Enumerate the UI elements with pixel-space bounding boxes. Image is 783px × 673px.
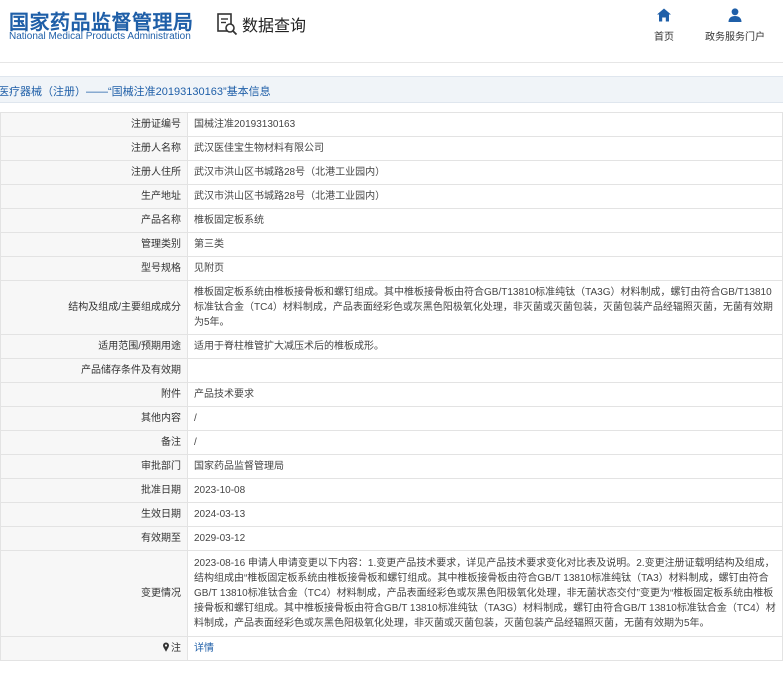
table-row: 审批部门 国家药品监督管理局 bbox=[0, 454, 783, 479]
site-header: 国家药品监督管理局 National Medical Products Admi… bbox=[0, 0, 783, 62]
breadcrumb-bar: 医疗器械（注册）——“国械注准20193130163”基本信息 bbox=[0, 76, 783, 103]
note-label-cell: 注 bbox=[0, 636, 188, 661]
table-row: 附件 产品技术要求 bbox=[0, 382, 783, 407]
row-value: 2029-03-12 bbox=[187, 526, 783, 551]
nav-home-label: 首页 bbox=[654, 32, 674, 43]
document-search-icon bbox=[216, 12, 238, 36]
table-row: 注册证编号 国械注准20193130163 bbox=[0, 112, 783, 137]
table-row: 其他内容 / bbox=[0, 406, 783, 431]
table-row: 有效期至 2029-03-12 bbox=[0, 526, 783, 551]
row-label: 管理类别 bbox=[0, 232, 188, 257]
row-value: / bbox=[187, 406, 783, 431]
row-label: 产品储存条件及有效期 bbox=[0, 358, 188, 383]
row-label: 变更情况 bbox=[0, 550, 188, 637]
row-value: 2024-03-13 bbox=[187, 502, 783, 527]
row-label: 批准日期 bbox=[0, 478, 188, 503]
row-value: 武汉医佳宝生物材料有限公司 bbox=[187, 136, 783, 161]
site-logo-en: National Medical Products Administration bbox=[9, 31, 191, 42]
note-value: 详情 bbox=[187, 636, 783, 661]
row-label: 生效日期 bbox=[0, 502, 188, 527]
table-row: 型号规格 见附页 bbox=[0, 256, 783, 281]
table-row: 注册人住所 武汉市洪山区书城路28号（北港工业园内） bbox=[0, 160, 783, 185]
header-divider bbox=[0, 62, 783, 63]
row-value: 国家药品监督管理局 bbox=[187, 454, 783, 479]
data-query-title: 数据查询 bbox=[216, 11, 306, 37]
row-label: 适用范围/预期用途 bbox=[0, 334, 188, 359]
table-row: 注册人名称 武汉医佳宝生物材料有限公司 bbox=[0, 136, 783, 161]
row-label: 注册人住所 bbox=[0, 160, 188, 185]
row-value: 椎板固定板系统 bbox=[187, 208, 783, 233]
table-row: 结构及组成/主要组成成分 椎板固定板系统由椎板接骨板和螺钉组成。其中椎板接骨板由… bbox=[0, 280, 783, 335]
row-value: 产品技术要求 bbox=[187, 382, 783, 407]
row-value: 适用于脊柱椎管扩大减压术后的椎板成形。 bbox=[187, 334, 783, 359]
row-label: 注册证编号 bbox=[0, 112, 188, 137]
row-label: 附件 bbox=[0, 382, 188, 407]
row-label: 其他内容 bbox=[0, 406, 188, 431]
data-query-label: 数据查询 bbox=[242, 18, 307, 35]
details-link[interactable]: 详情 bbox=[194, 643, 214, 654]
row-value: 武汉市洪山区书城路28号（北港工业园内） bbox=[187, 160, 783, 185]
table-row: 生产地址 武汉市洪山区书城路28号（北港工业园内） bbox=[0, 184, 783, 209]
row-value: 椎板固定板系统由椎板接骨板和螺钉组成。其中椎板接骨板由符合GB/T13810标准… bbox=[187, 280, 783, 335]
row-value: 2023-10-08 bbox=[187, 478, 783, 503]
table-row: 管理类别 第三类 bbox=[0, 232, 783, 257]
row-label: 有效期至 bbox=[0, 526, 188, 551]
nav-service-portal[interactable]: 政务服务门户 bbox=[698, 7, 772, 43]
nav-service-label: 政务服务门户 bbox=[705, 32, 765, 43]
row-value: 武汉市洪山区书城路28号（北港工业园内） bbox=[187, 184, 783, 209]
note-label: 注 bbox=[171, 643, 181, 654]
table-row: 适用范围/预期用途 适用于脊柱椎管扩大减压术后的椎板成形。 bbox=[0, 334, 783, 359]
row-label: 审批部门 bbox=[0, 454, 188, 479]
table-row-note: 注 详情 bbox=[0, 636, 783, 661]
row-value: 国械注准20193130163 bbox=[187, 112, 783, 137]
row-value: 2023-08-16 申请人申请变更以下内容：1.变更产品技术要求，详见产品技术… bbox=[187, 550, 783, 637]
table-row: 生效日期 2024-03-13 bbox=[0, 502, 783, 527]
breadcrumb: 医疗器械（注册）——“国械注准20193130163”基本信息 bbox=[0, 86, 271, 98]
row-value: 第三类 bbox=[187, 232, 783, 257]
table-row: 产品储存条件及有效期 bbox=[0, 358, 783, 383]
row-label: 型号规格 bbox=[0, 256, 188, 281]
row-value: / bbox=[187, 430, 783, 455]
table-row: 产品名称 椎板固定板系统 bbox=[0, 208, 783, 233]
user-icon bbox=[727, 7, 743, 23]
row-label: 结构及组成/主要组成成分 bbox=[0, 280, 188, 335]
nav-home[interactable]: 首页 bbox=[648, 7, 680, 43]
row-label: 注册人名称 bbox=[0, 136, 188, 161]
row-value: 见附页 bbox=[187, 256, 783, 281]
table-row: 变更情况 2023-08-16 申请人申请变更以下内容：1.变更产品技术要求，详… bbox=[0, 550, 783, 637]
row-label: 备注 bbox=[0, 430, 188, 455]
table-row: 批准日期 2023-10-08 bbox=[0, 478, 783, 503]
table-row: 备注 / bbox=[0, 430, 783, 455]
row-label: 产品名称 bbox=[0, 208, 188, 233]
registration-info-table: 注册证编号 国械注准20193130163 注册人名称 武汉医佳宝生物材料有限公… bbox=[0, 112, 783, 661]
row-label: 生产地址 bbox=[0, 184, 188, 209]
home-icon bbox=[656, 7, 672, 23]
pin-icon bbox=[162, 642, 170, 655]
row-value bbox=[187, 358, 783, 383]
